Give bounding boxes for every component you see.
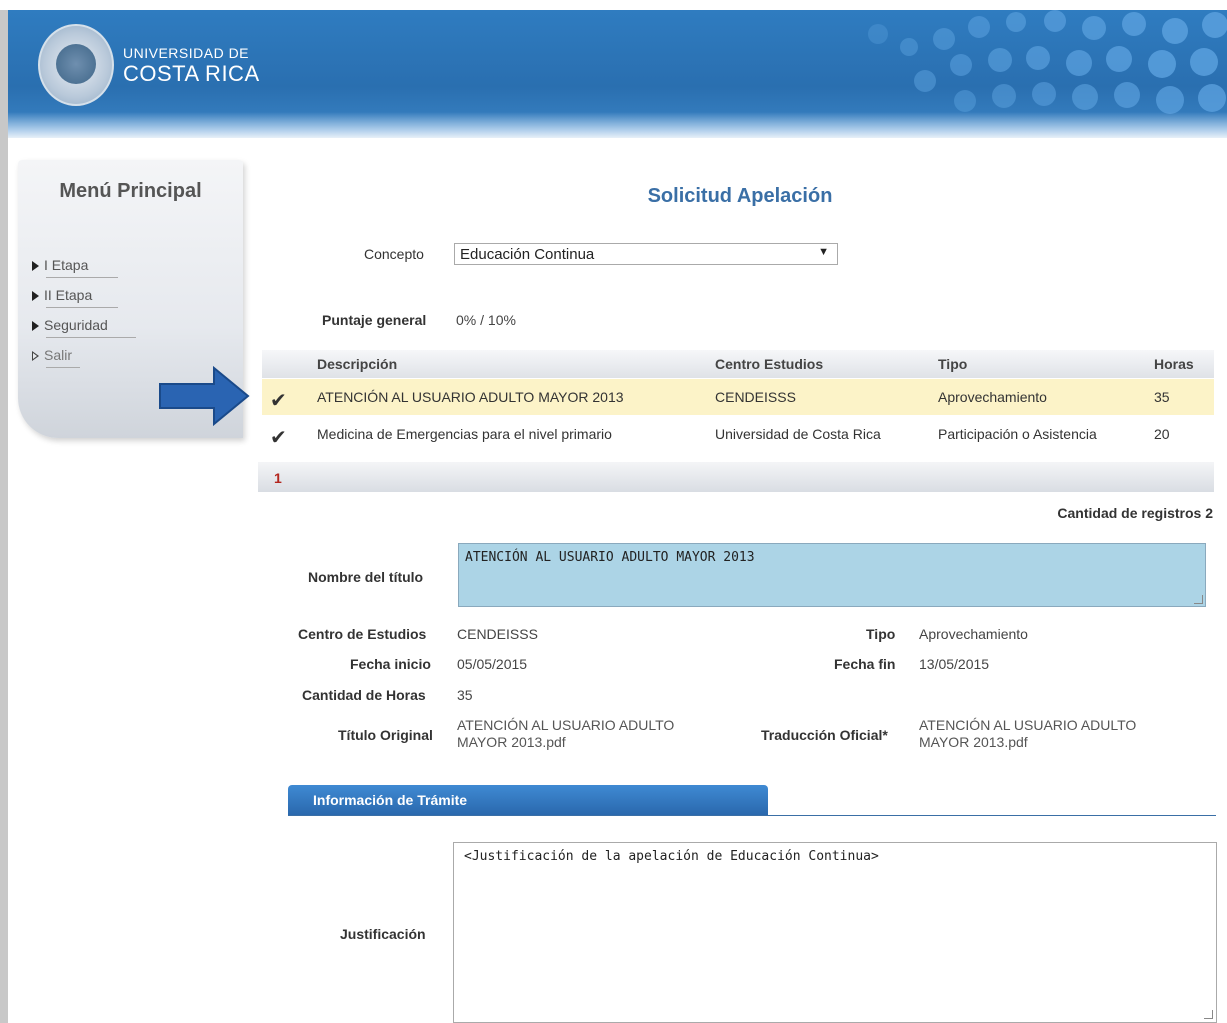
cell-tipo: Aprovechamiento bbox=[938, 389, 1047, 405]
column-header-centro[interactable]: Centro Estudios bbox=[715, 356, 823, 372]
traduccion-oficial-label: Traducción Oficial* bbox=[761, 727, 888, 743]
sidebar-item-label: Seguridad bbox=[44, 317, 108, 333]
sidebar-item-label: II Etapa bbox=[44, 287, 93, 303]
page-title: Solicitud Apelación bbox=[647, 185, 833, 207]
sidebar-item-seguridad[interactable]: Seguridad bbox=[32, 315, 152, 345]
tab-label: Información de Trámite bbox=[313, 792, 468, 808]
menu-list: I Etapa II Etapa Seguridad Salir bbox=[32, 255, 152, 375]
file-name-line: MAYOR 2013.pdf bbox=[919, 734, 1028, 750]
file-name-line: ATENCIÓN AL USUARIO ADULTO bbox=[457, 717, 675, 733]
tipo-label: Tipo bbox=[866, 626, 896, 642]
brand-line-1: UNIVERSIDAD DE bbox=[123, 45, 250, 61]
cell-horas: 20 bbox=[1154, 426, 1170, 442]
nombre-titulo-textarea[interactable]: ATENCIÓN AL USUARIO ADULTO MAYOR 2013 bbox=[458, 543, 1206, 607]
column-header-horas[interactable]: Horas bbox=[1154, 356, 1194, 372]
centro-estudios-label: Centro de Estudios bbox=[298, 626, 427, 642]
sidebar-item-i-etapa[interactable]: I Etapa bbox=[32, 255, 152, 285]
header-banner: UNIVERSIDAD DE COSTA RICA bbox=[8, 10, 1227, 138]
tipo-value: Aprovechamiento bbox=[919, 626, 1028, 642]
university-seal-logo bbox=[38, 24, 114, 106]
checkmark-icon: ✔ bbox=[270, 390, 287, 412]
arrow-right-icon bbox=[159, 366, 250, 426]
column-header-descripcion[interactable]: Descripción bbox=[317, 356, 397, 372]
titulo-original-label: Título Original bbox=[338, 727, 433, 743]
traduccion-oficial-link[interactable]: ATENCIÓN AL USUARIO ADULTO MAYOR 2013.pd… bbox=[919, 717, 1136, 751]
centro-estudios-value: CENDEISSS bbox=[457, 626, 538, 642]
justificacion-textarea[interactable]: <Justificación de la apelación de Educac… bbox=[453, 842, 1217, 1023]
tab-informacion-tramite[interactable]: Información de Trámite bbox=[288, 785, 768, 815]
table-row[interactable]: ✔ Medicina de Emergencias para el nivel … bbox=[262, 416, 1214, 452]
brand-line-2: COSTA RICA bbox=[123, 61, 260, 86]
file-name-line: ATENCIÓN AL USUARIO ADULTO bbox=[919, 717, 1137, 733]
fecha-inicio-label: Fecha inicio bbox=[350, 656, 431, 672]
sidebar-item-label: Salir bbox=[44, 347, 73, 363]
table-row[interactable]: ✔ ATENCIÓN AL USUARIO ADULTO MAYOR 2013 … bbox=[262, 379, 1214, 415]
cell-tipo: Participación o Asistencia bbox=[938, 426, 1097, 442]
concepto-select[interactable]: Educación Continua ▼ bbox=[454, 243, 838, 265]
sidebar-item-salir[interactable]: Salir bbox=[32, 345, 152, 375]
sidebar-item-label: I Etapa bbox=[44, 257, 89, 273]
sidebar-title: Menú Principal bbox=[59, 180, 202, 202]
column-header-tipo[interactable]: Tipo bbox=[938, 356, 967, 372]
outline-triangle-icon bbox=[32, 351, 39, 362]
left-border bbox=[0, 10, 8, 1023]
expand-triangle-icon bbox=[32, 321, 39, 332]
cell-descripcion: Medicina de Emergencias para el nivel pr… bbox=[317, 426, 612, 442]
tramite-tab-bar: Información de Trámite bbox=[288, 785, 1216, 816]
table-header: Descripción Centro Estudios Tipo Horas bbox=[262, 350, 1214, 378]
nombre-titulo-label: Nombre del título bbox=[308, 569, 424, 585]
cell-descripcion: ATENCIÓN AL USUARIO ADULTO MAYOR 2013 bbox=[317, 389, 624, 405]
dropdown-caret-icon: ▼ bbox=[818, 246, 829, 258]
fecha-inicio-value: 05/05/2015 bbox=[457, 656, 528, 672]
resize-grip-icon[interactable] bbox=[1194, 595, 1203, 604]
file-name-line: MAYOR 2013.pdf bbox=[457, 734, 566, 750]
expand-triangle-icon bbox=[32, 291, 39, 302]
expand-triangle-icon bbox=[32, 261, 39, 272]
cell-centro: CENDEISSS bbox=[715, 389, 796, 405]
fecha-fin-value: 13/05/2015 bbox=[919, 656, 990, 672]
puntaje-value: 0% / 10% bbox=[456, 312, 516, 328]
pagination-bar: 1 bbox=[258, 462, 1214, 492]
cantidad-horas-label: Cantidad de Horas bbox=[302, 687, 426, 703]
fecha-fin-label: Fecha fin bbox=[834, 656, 896, 672]
sidebar-item-ii-etapa[interactable]: II Etapa bbox=[32, 285, 152, 315]
justificacion-label: Justificación bbox=[340, 926, 426, 942]
record-count: Cantidad de registros 2 bbox=[1057, 505, 1213, 521]
cell-horas: 35 bbox=[1154, 389, 1170, 405]
resize-grip-icon[interactable] bbox=[1204, 1010, 1213, 1019]
puntaje-label: Puntaje general bbox=[322, 312, 427, 328]
page-number-1[interactable]: 1 bbox=[274, 470, 282, 486]
concepto-value: Educación Continua bbox=[460, 246, 595, 263]
top-strip bbox=[0, 0, 1227, 10]
cantidad-horas-value: 35 bbox=[457, 687, 473, 703]
cell-centro: Universidad de Costa Rica bbox=[715, 426, 881, 442]
concepto-label: Concepto bbox=[364, 246, 424, 262]
checkmark-icon: ✔ bbox=[270, 427, 287, 449]
titulo-original-link[interactable]: ATENCIÓN AL USUARIO ADULTO MAYOR 2013.pd… bbox=[457, 717, 674, 751]
